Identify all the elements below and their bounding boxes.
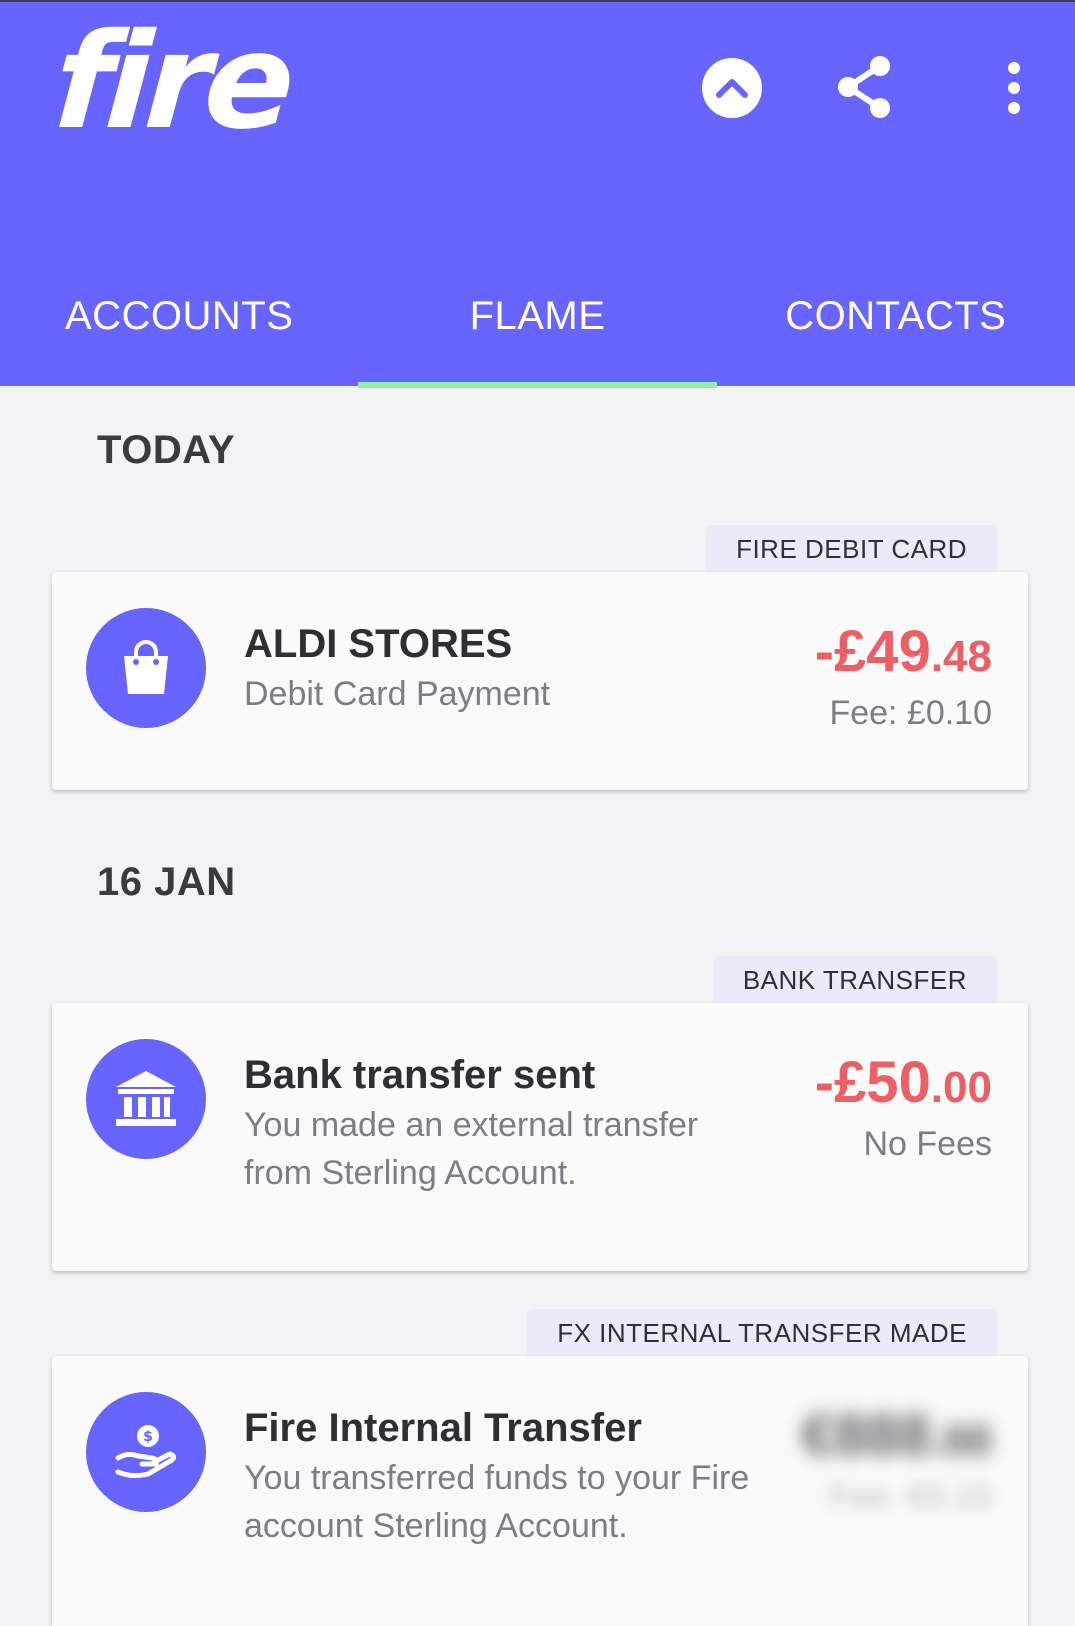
bank-icon (86, 1039, 206, 1159)
transaction-fee: No Fees (863, 1125, 993, 1163)
hand-coin-icon: $ (86, 1392, 206, 1512)
category-chip: BANK TRANSFER (712, 956, 997, 1004)
tab-contacts[interactable]: CONTACTS (717, 272, 1075, 388)
transaction-card[interactable]: Bank transfer sent You made an external … (52, 1003, 1028, 1271)
tab-accounts[interactable]: ACCOUNTS (0, 272, 358, 388)
tab-flame[interactable]: FLAME (358, 272, 717, 388)
category-chip: FX INTERNAL TRANSFER MADE (527, 1309, 997, 1357)
category-chip: FIRE DEBIT CARD (706, 525, 997, 573)
section-date: 16 JAN (97, 860, 236, 904)
app-screen: fire ™ ACCOUNTS FLAME CONTACTS TODAY FIR… (0, 0, 1075, 1626)
transaction-card[interactable]: ALDI STORES Debit Card Payment -£49.48 F… (52, 572, 1028, 790)
transaction-title: Bank transfer sent (244, 1053, 596, 1097)
amount-main: €888 (801, 1403, 931, 1468)
shopping-bag-icon (86, 608, 206, 728)
more-vertical-icon (1008, 62, 1020, 114)
section-date: TODAY (97, 428, 236, 472)
transaction-amount: -£49.48 (815, 618, 992, 685)
transaction-amount: -£50.00 (815, 1049, 992, 1116)
transaction-card[interactable]: $ Fire Internal Transfer You transferred… (52, 1356, 1028, 1626)
transaction-amount-blurred: €888.88 (802, 1402, 992, 1469)
logo-trademark: ™ (273, 64, 282, 74)
transaction-subtitle: You transferred funds to your Fire accou… (244, 1459, 750, 1545)
amount-main: -£49 (814, 619, 931, 684)
collapse-button[interactable] (702, 58, 762, 118)
svg-text:$: $ (143, 1429, 153, 1445)
transaction-subtitle: Debit Card Payment (244, 675, 551, 713)
transaction-title: Fire Internal Transfer (244, 1406, 642, 1450)
app-header: fire ™ ACCOUNTS FLAME CONTACTS (0, 0, 1075, 388)
transaction-title: ALDI STORES (244, 622, 513, 666)
transaction-fee: Fee: £0.10 (829, 694, 992, 732)
share-icon (838, 56, 890, 118)
transaction-fee-blurred: Fee: €0.15 (829, 1478, 992, 1516)
tab-bar: ACCOUNTS FLAME CONTACTS (0, 272, 1075, 388)
amount-main: -£50 (814, 1050, 931, 1115)
share-button[interactable] (830, 52, 900, 122)
amount-minor: .88 (930, 1416, 992, 1465)
amount-minor: .00 (930, 1063, 992, 1112)
fire-logo: fire (49, 5, 294, 159)
more-options-button[interactable] (990, 56, 1038, 120)
amount-minor: .48 (930, 632, 992, 681)
transaction-subtitle: You made an external transfer from Sterl… (244, 1106, 699, 1192)
chevron-up-icon (716, 79, 748, 98)
